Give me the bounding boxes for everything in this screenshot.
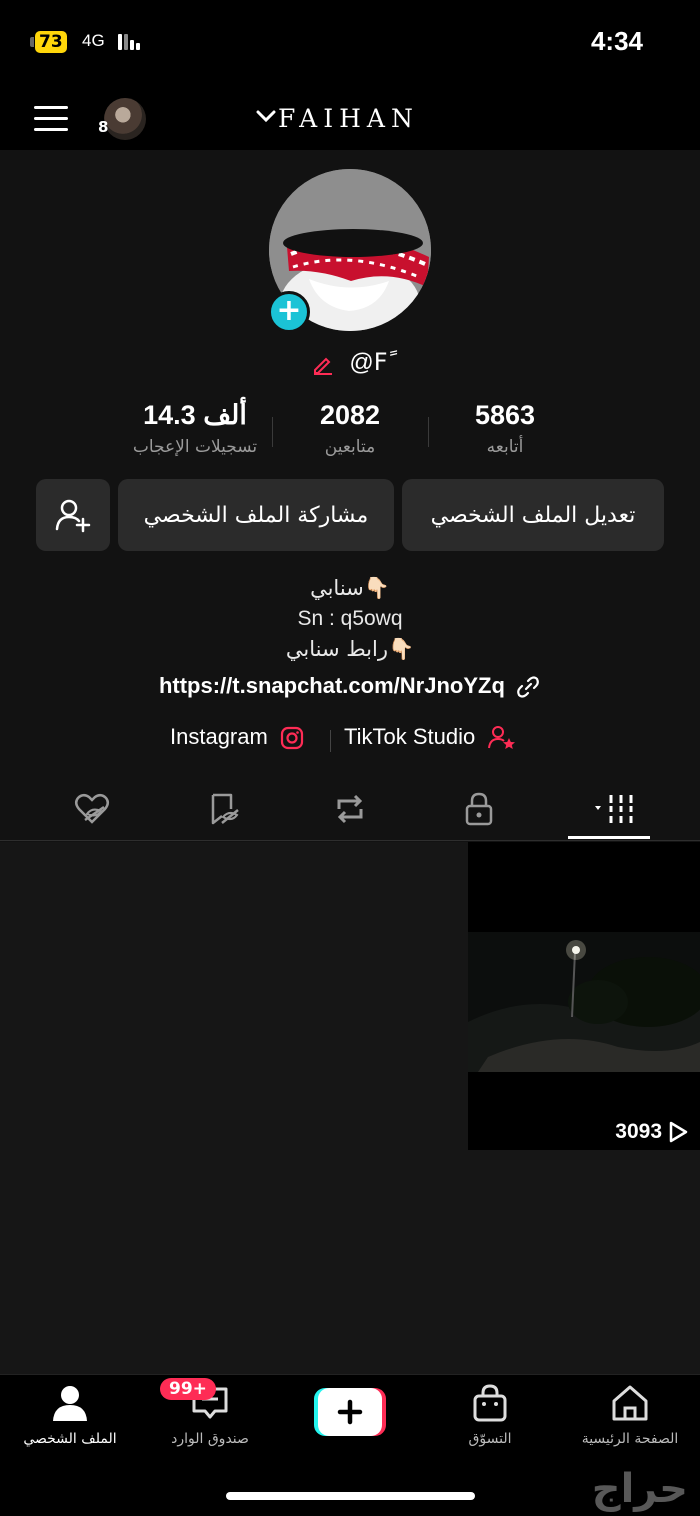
tiktok-studio-label: TikTok Studio [344,724,476,749]
likes-count: 14.3 ألف [143,400,247,430]
battery-level: 73 [35,31,67,53]
edit-pencil-icon[interactable] [312,351,341,376]
instagram-label: Instagram [170,724,268,749]
inbox-badge: 99+ [160,1378,216,1400]
profile-header: 8 FAIHAN [0,86,700,150]
nav-profile[interactable]: الملف الشخصي [0,1383,140,1447]
stat-following[interactable]: 5863 أتابعه [420,400,590,457]
stat-likes[interactable]: 14.3 ألف تسجيلات الإعجاب [110,400,280,457]
night-street-thumbnail [468,842,700,1150]
tab-liked[interactable] [52,780,132,838]
bio-line: رابط سنابي👇🏻 [285,637,415,661]
add-story-button[interactable]: + [268,291,310,333]
view-count-value: 3093 [615,1120,662,1143]
instagram-icon [280,727,304,750]
nav-shop[interactable]: التسوّق [420,1383,560,1447]
create-post-button[interactable] [314,1388,386,1436]
bio-link-text: https://t.snapchat.com/NrJnoYZq [158,673,505,698]
profile-handle: @Fً [349,349,388,376]
view-count: 3093 [615,1120,688,1144]
clock: 4:34 [590,26,643,56]
handle-row: @Fً [0,348,700,377]
instagram-link[interactable]: Instagram [170,724,304,750]
edit-profile-button[interactable]: تعديل الملف الشخصي [402,479,664,551]
haraj-watermark: حراج [591,1466,688,1512]
shopping-bag-icon [473,1384,507,1422]
nav-home-label: الصفحة الرئيسية [581,1431,679,1447]
tiktok-studio-link[interactable]: TikTok Studio [344,724,517,752]
nav-home[interactable]: الصفحة الرئيسية [560,1383,700,1447]
profile-stats: 5863 أتابعه 2082 متابعين 14.3 ألف تسجيلا… [0,400,700,470]
username-text: FAIHAN [278,104,419,133]
bio-link[interactable]: https://t.snapchat.com/NrJnoYZq [0,673,700,700]
menu-icon[interactable] [34,106,68,132]
creator-star-icon [488,726,516,750]
account-notification-count: 8 [98,118,109,136]
chevron-down-icon [256,110,276,122]
share-profile-button[interactable]: مشاركة الملف الشخصي [118,479,394,551]
social-links: Instagram TikTok Studio [0,722,700,758]
signal-icon [118,34,140,50]
tab-videos[interactable] [568,780,648,838]
active-tab-indicator [568,836,650,839]
likes-label: تسجيلات الإعجاب [132,437,258,457]
tab-favorites[interactable] [183,780,263,838]
video-thumbnail[interactable]: 3093 [468,842,700,1150]
stat-divider [428,417,429,447]
following-count: 5863 [474,400,536,430]
stat-followers[interactable]: 2082 متابعين [265,400,435,457]
nav-inbox-label: صندوق الوارد [171,1431,249,1447]
link-icon [517,676,539,698]
lock-icon [465,792,493,826]
bio-line: سنابي👇🏻 [310,576,390,600]
username-switcher[interactable]: FAIHAN [256,104,419,133]
hidden-bookmark-icon [211,793,239,825]
network-type: 4G [82,31,105,50]
play-icon [669,1121,688,1143]
home-icon [612,1385,648,1421]
content-tabs [0,780,700,841]
profile-icon [53,1386,87,1421]
add-friend-button[interactable] [36,479,110,551]
stat-divider [272,417,273,447]
videos-grid-icon [595,795,633,823]
battery-indicator: 73 [30,30,67,54]
followers-count: 2082 [319,400,381,430]
tab-reposts[interactable] [310,780,390,838]
status-bar: 73 4G 4:34 [0,0,700,86]
account-switch-avatar[interactable] [104,98,146,140]
add-user-icon [55,499,91,533]
plus-icon [314,1388,386,1436]
nav-profile-label: الملف الشخصي [23,1431,117,1447]
home-indicator[interactable] [226,1492,475,1500]
nav-shop-label: التسوّق [468,1431,512,1447]
following-label: أتابعه [486,437,524,457]
repost-icon [337,794,363,824]
followers-label: متابعين [324,437,376,457]
battery-cap [30,37,34,47]
social-divider [330,730,331,752]
tab-private[interactable] [439,780,519,838]
hidden-heart-icon [75,794,109,824]
bio-line: Sn : q5owq [297,607,403,630]
